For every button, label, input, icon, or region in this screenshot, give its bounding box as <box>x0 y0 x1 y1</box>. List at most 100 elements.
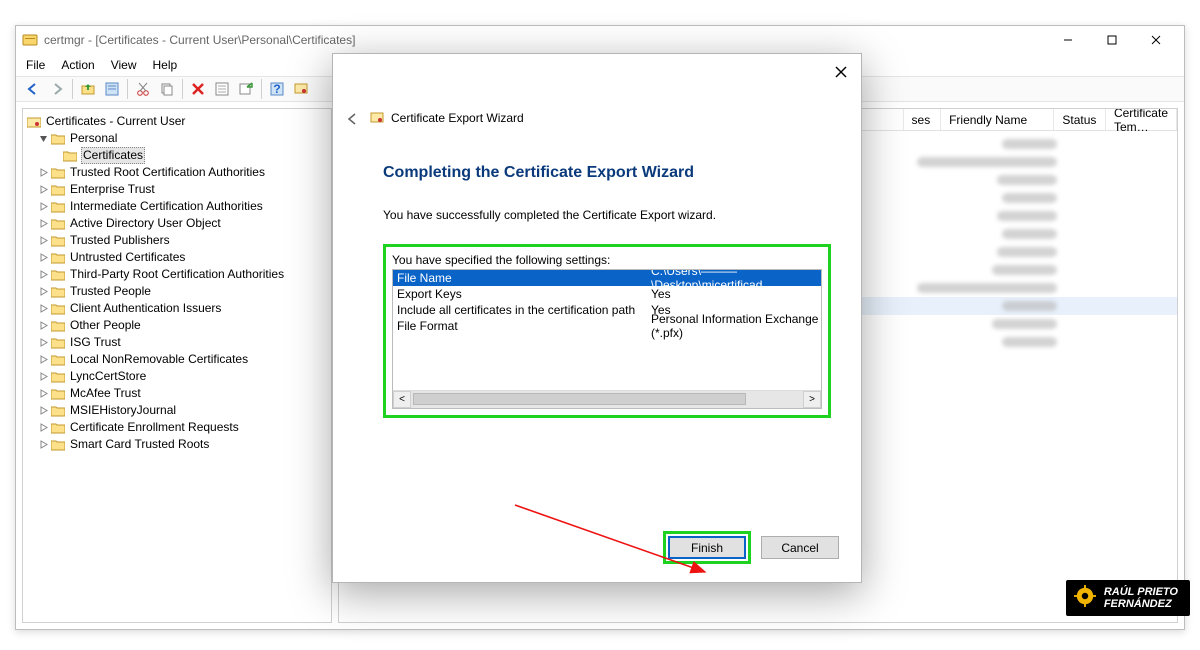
tree-item-label: Other People <box>69 317 142 334</box>
tree-item[interactable]: Intermediate Certification Authorities <box>23 198 331 215</box>
tree-item[interactable]: Local NonRemovable Certificates <box>23 351 331 368</box>
minimize-button[interactable] <box>1046 26 1090 54</box>
chevron-right-icon[interactable] <box>37 320 49 332</box>
props2-icon[interactable] <box>211 78 233 100</box>
chevron-down-icon[interactable] <box>37 133 49 145</box>
col-ses[interactable]: ses <box>903 109 942 130</box>
help-icon[interactable]: ? <box>266 78 288 100</box>
nav-back-icon[interactable] <box>22 78 44 100</box>
tree-item[interactable]: Untrusted Certificates <box>23 249 331 266</box>
maximize-button[interactable] <box>1090 26 1134 54</box>
tree-personal[interactable]: Personal <box>23 130 331 147</box>
tree-item[interactable]: LyncCertStore <box>23 368 331 385</box>
tree-item-label: Trusted Root Certification Authorities <box>69 164 266 181</box>
chevron-right-icon[interactable] <box>37 286 49 298</box>
up-folder-icon[interactable] <box>77 78 99 100</box>
chevron-right-icon[interactable] <box>37 354 49 366</box>
scroll-right-icon[interactable]: > <box>803 391 821 408</box>
tree-item-label: Client Authentication Issuers <box>69 300 222 317</box>
dialog-back-button[interactable] <box>341 108 363 130</box>
folder-icon <box>51 286 65 298</box>
tree-item[interactable]: Enterprise Trust <box>23 181 331 198</box>
chevron-right-icon[interactable] <box>37 303 49 315</box>
dialog-heading: Completing the Certificate Export Wizard <box>383 164 831 182</box>
chevron-right-icon[interactable] <box>37 422 49 434</box>
col-friendly[interactable]: Friendly Name <box>941 109 1054 130</box>
tree-item-label: Local NonRemovable Certificates <box>69 351 249 368</box>
cut-icon[interactable] <box>132 78 154 100</box>
tree-item[interactable]: Trusted People <box>23 283 331 300</box>
tree-root[interactable]: Certificates - Current User <box>23 113 331 130</box>
cancel-button[interactable]: Cancel <box>761 536 839 559</box>
tree-item[interactable]: Trusted Root Certification Authorities <box>23 164 331 181</box>
tree-personal-label: Personal <box>69 130 118 147</box>
tree-item[interactable]: Certificate Enrollment Requests <box>23 419 331 436</box>
chevron-right-icon[interactable] <box>37 167 49 179</box>
tree-item[interactable]: Other People <box>23 317 331 334</box>
close-button[interactable] <box>1134 26 1178 54</box>
tree-item-label: Intermediate Certification Authorities <box>69 198 264 215</box>
folder-icon <box>63 150 77 162</box>
tree-item[interactable]: McAfee Trust <box>23 385 331 402</box>
nav-forward-icon[interactable] <box>46 78 68 100</box>
chevron-right-icon[interactable] <box>37 439 49 451</box>
settings-row[interactable]: File NameC:\Users\———\Desktop\micertific… <box>393 270 821 286</box>
settings-key: File Name <box>393 271 649 285</box>
settings-row[interactable]: Export KeysYes <box>393 286 821 302</box>
tree-item-label: Smart Card Trusted Roots <box>69 436 210 453</box>
chevron-right-icon[interactable] <box>37 337 49 349</box>
chevron-right-icon[interactable] <box>37 269 49 281</box>
tree-item[interactable]: Client Authentication Issuers <box>23 300 331 317</box>
settings-key: Export Keys <box>393 287 649 301</box>
dialog-title: Certificate Export Wizard <box>391 111 524 125</box>
tree-item[interactable]: ISG Trust <box>23 334 331 351</box>
export-icon[interactable] <box>235 78 257 100</box>
menu-help[interactable]: Help <box>153 58 178 72</box>
properties-icon[interactable] <box>101 78 123 100</box>
finish-button[interactable]: Finish <box>668 536 746 559</box>
dialog-close-button[interactable] <box>831 62 851 82</box>
folder-icon <box>51 201 65 213</box>
folder-icon <box>51 252 65 264</box>
folder-icon <box>51 218 65 230</box>
settings-highlight-box: You have specified the following setting… <box>383 244 831 418</box>
folder-icon <box>51 439 65 451</box>
tree-item[interactable]: Third-Party Root Certification Authoriti… <box>23 266 331 283</box>
watermark-line1: RAÚL PRIETO <box>1104 586 1178 598</box>
chevron-right-icon[interactable] <box>37 371 49 383</box>
menu-file[interactable]: File <box>26 58 45 72</box>
folder-icon <box>51 388 65 400</box>
chevron-right-icon[interactable] <box>37 388 49 400</box>
col-status[interactable]: Status <box>1054 109 1106 130</box>
delete-icon[interactable] <box>187 78 209 100</box>
wizard-icon <box>369 110 385 126</box>
tree-item[interactable]: Active Directory User Object <box>23 215 331 232</box>
settings-hscrollbar[interactable]: < > <box>393 390 821 408</box>
titlebar: certmgr - [Certificates - Current User\P… <box>16 26 1184 54</box>
scroll-left-icon[interactable]: < <box>393 391 411 408</box>
window-title: certmgr - [Certificates - Current User\P… <box>44 33 355 47</box>
tree-item-label: Third-Party Root Certification Authoriti… <box>69 266 285 283</box>
col-template[interactable]: Certificate Tem… <box>1106 109 1177 130</box>
chevron-right-icon[interactable] <box>37 218 49 230</box>
settings-row[interactable]: File FormatPersonal Information Exchange… <box>393 318 821 334</box>
folder-icon <box>51 235 65 247</box>
tree-item[interactable]: Trusted Publishers <box>23 232 331 249</box>
scroll-thumb[interactable] <box>413 393 746 405</box>
nav-tree[interactable]: Certificates - Current User Personal Cer… <box>22 108 332 623</box>
tree-item[interactable]: Smart Card Trusted Roots <box>23 436 331 453</box>
folder-icon <box>51 337 65 349</box>
settings-table[interactable]: File NameC:\Users\———\Desktop\micertific… <box>392 269 822 409</box>
copy-icon[interactable] <box>156 78 178 100</box>
chevron-right-icon[interactable] <box>37 184 49 196</box>
menu-view[interactable]: View <box>111 58 137 72</box>
tree-item-label: Trusted People <box>69 283 152 300</box>
chevron-right-icon[interactable] <box>37 252 49 264</box>
cert-icon[interactable] <box>290 78 312 100</box>
tree-item[interactable]: MSIEHistoryJournal <box>23 402 331 419</box>
tree-certificates[interactable]: Certificates <box>23 147 331 164</box>
chevron-right-icon[interactable] <box>37 405 49 417</box>
menu-action[interactable]: Action <box>61 58 94 72</box>
chevron-right-icon[interactable] <box>37 235 49 247</box>
chevron-right-icon[interactable] <box>37 201 49 213</box>
